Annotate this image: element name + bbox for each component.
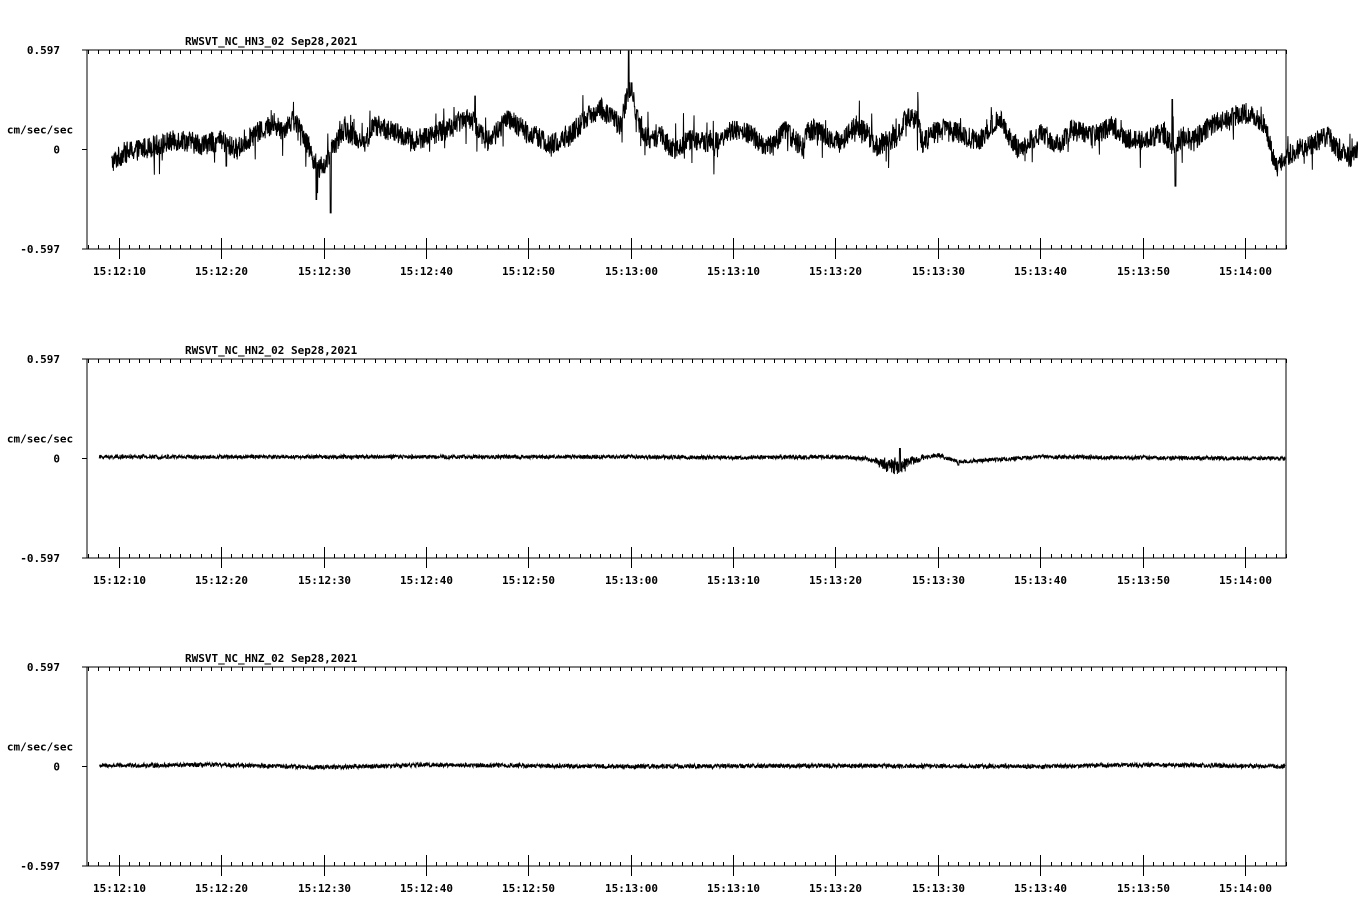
y-tick-label-max: 0.597 [27,353,60,366]
x-axis-ticks [88,667,1287,876]
x-tick-label: 15:12:20 [195,574,248,587]
x-axis-ticks [88,50,1287,259]
x-tick-label: 15:13:50 [1117,574,1170,587]
x-tick-label: 15:12:30 [298,574,351,587]
x-tick-label: 15:13:30 [912,882,965,895]
x-tick-label: 15:13:10 [707,882,760,895]
x-tick-label: 15:12:10 [93,265,146,278]
waveform-trace [99,760,1286,771]
x-tick-label: 15:13:40 [1014,574,1067,587]
x-axis-ticks [88,359,1287,568]
chart-panel-3: 0.597 0 -0.597 cm/sec/sec RWSVT_NC_HNZ_02 Se… [7,652,1287,895]
y-axis-ticks [82,358,87,559]
x-tick-label: 15:13:40 [1014,265,1067,278]
y-axis-ticks [82,49,87,250]
x-tick-label: 15:13:30 [912,574,965,587]
chart-title: RWSVT_NC_HNZ_02 Sep28,2021 [185,652,358,665]
chart-panel-2: 0.597 0 -0.597 cm/sec/sec RWSVT_NC_HN2_02 Se… [7,344,1287,587]
y-axis-ticks [82,666,87,867]
x-tick-label: 15:12:50 [502,265,555,278]
waveform-trace [111,50,1358,214]
x-tick-label: 15:13:00 [605,882,658,895]
x-tick-label: 15:12:10 [93,574,146,587]
x-tick-label: 15:14:00 [1219,882,1272,895]
x-tick-label: 15:12:10 [93,882,146,895]
x-tick-label: 15:12:50 [502,574,555,587]
x-tick-label: 15:13:50 [1117,882,1170,895]
waveform-trace [98,448,1286,475]
plot-frame [86,49,1287,250]
x-tick-label: 15:13:10 [707,574,760,587]
x-tick-label: 15:14:00 [1219,265,1272,278]
chart-title: RWSVT_NC_HN3_02 Sep28,2021 [185,35,358,48]
x-tick-label: 15:13:30 [912,265,965,278]
y-tick-label-zero: 0 [53,761,60,774]
y-tick-label-zero: 0 [53,453,60,466]
x-tick-label: 15:13:40 [1014,882,1067,895]
x-tick-label: 15:13:00 [605,574,658,587]
x-tick-label: 15:12:30 [298,882,351,895]
seismogram-figure: 0.597 0 -0.597 cm/sec/sec RWSVT_NC_HN3_02 Se… [7,35,1358,895]
y-tick-label-min: -0.597 [20,243,60,256]
y-axis-unit-label: cm/sec/sec [7,124,73,137]
x-tick-label: 15:12:50 [502,882,555,895]
x-tick-label: 15:13:10 [707,265,760,278]
x-tick-label: 15:12:40 [400,574,453,587]
chart-panel-1: 0.597 0 -0.597 cm/sec/sec RWSVT_NC_HN3_02 Se… [7,35,1358,278]
x-tick-label: 15:13:00 [605,265,658,278]
y-axis-unit-label: cm/sec/sec [7,433,73,446]
x-tick-label: 15:12:20 [195,265,248,278]
y-axis-unit-label: cm/sec/sec [7,741,73,754]
x-tick-label: 15:13:50 [1117,265,1170,278]
x-tick-label: 15:13:20 [809,882,862,895]
x-tick-label: 15:13:20 [809,574,862,587]
y-tick-label-zero: 0 [53,144,60,157]
x-tick-label: 15:12:20 [195,882,248,895]
y-tick-label-min: -0.597 [20,552,60,565]
x-tick-label: 15:12:30 [298,265,351,278]
y-tick-label-min: -0.597 [20,860,60,873]
y-tick-label-max: 0.597 [27,661,60,674]
x-tick-label: 15:12:40 [400,882,453,895]
chart-title: RWSVT_NC_HN2_02 Sep28,2021 [185,344,358,357]
x-tick-label: 15:14:00 [1219,574,1272,587]
x-tick-label: 15:13:20 [809,265,862,278]
y-tick-label-max: 0.597 [27,44,60,57]
x-tick-label: 15:12:40 [400,265,453,278]
